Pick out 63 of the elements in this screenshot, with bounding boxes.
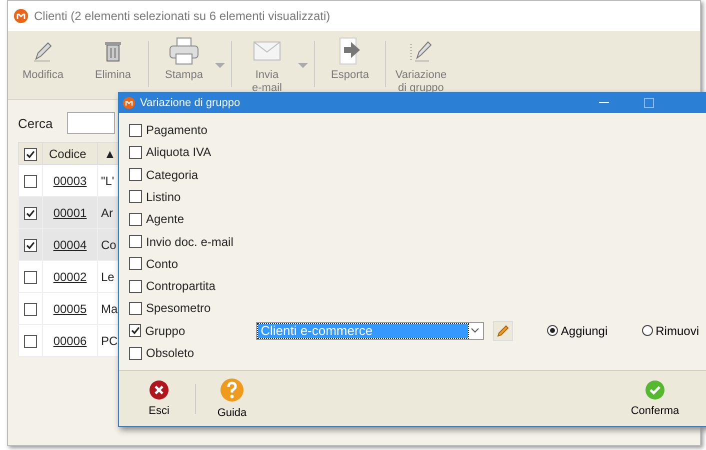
toolbar-button[interactable]: Elimina <box>78 37 148 82</box>
search-label: Cerca <box>18 116 53 130</box>
search-field[interactable] <box>66 112 115 134</box>
minimize-icon[interactable] <box>599 102 609 104</box>
toolbar-button[interactable]: Invia e-mail <box>232 37 302 95</box>
table-cell: Ma <box>101 302 118 316</box>
pencil-icon <box>496 324 510 338</box>
option-label: Invio doc. e-mail <box>146 234 234 249</box>
option-label: Listino <box>146 190 181 204</box>
option-label: Conto <box>146 256 178 271</box>
printer-icon <box>169 37 199 65</box>
close-icon <box>149 380 169 400</box>
app-logo-icon <box>123 96 135 109</box>
column-header[interactable]: ▲ <box>104 146 116 160</box>
table-cell: PC <box>101 334 118 348</box>
option-label: Pagamento <box>146 123 208 138</box>
checkbox[interactable] <box>24 238 37 252</box>
toolbar-button[interactable]: Modifica <box>8 37 78 82</box>
checkbox[interactable] <box>129 324 142 338</box>
checkbox[interactable] <box>129 124 142 137</box>
help-icon <box>220 378 244 402</box>
caret-icon <box>470 328 479 334</box>
export-arrow-icon <box>338 37 362 65</box>
checkbox[interactable] <box>129 235 142 248</box>
envelope-icon <box>253 41 281 61</box>
dialog-title: Variazione di gruppo <box>140 96 240 109</box>
radio-button[interactable]: Aggiungi <box>546 324 608 338</box>
checkbox[interactable] <box>129 146 142 159</box>
radio-button[interactable]: Rimuovi <box>642 324 699 338</box>
checkbox[interactable] <box>129 346 142 360</box>
edit-button[interactable] <box>492 320 513 341</box>
app-logo-icon <box>14 9 28 23</box>
checkbox[interactable] <box>129 168 142 182</box>
table-cell: Co <box>101 238 116 252</box>
option-label: Obsoleto <box>146 346 194 360</box>
checkbox[interactable] <box>129 257 142 270</box>
checkbox[interactable] <box>129 280 142 293</box>
checkbox[interactable] <box>24 174 37 188</box>
checkbox[interactable] <box>129 190 142 204</box>
trash-icon <box>104 39 122 63</box>
table-cell: Le <box>101 270 114 284</box>
select-all-checkbox[interactable] <box>24 148 37 161</box>
checkbox[interactable] <box>129 302 142 315</box>
footer-button[interactable]: Esci <box>123 380 195 418</box>
footer-button[interactable]: Guida <box>196 378 268 420</box>
footer-button[interactable]: Conferma <box>619 380 691 418</box>
option-label: Categoria <box>146 168 198 182</box>
checkbox[interactable] <box>24 334 37 348</box>
table-cell: "L' <box>101 174 114 188</box>
checkbox[interactable] <box>24 206 37 220</box>
option-label: Gruppo <box>145 324 186 338</box>
option-label: Aliquota IVA <box>146 145 212 160</box>
option-label: Contropartita <box>146 279 216 294</box>
option-label: Spesometro <box>146 301 211 316</box>
checkmark-icon <box>645 380 665 400</box>
window-title: Clienti (2 elementi selezionati su 6 elementi visualizzati) <box>34 9 330 23</box>
table-cell: Ar <box>101 206 113 220</box>
toolbar-button[interactable]: Esporta <box>315 37 385 82</box>
option-label: Agente <box>146 212 184 226</box>
checkbox[interactable] <box>24 270 37 284</box>
toolbar-button[interactable]: Stampa <box>149 37 219 82</box>
checkbox[interactable] <box>129 212 142 226</box>
checkbox[interactable] <box>24 302 37 316</box>
